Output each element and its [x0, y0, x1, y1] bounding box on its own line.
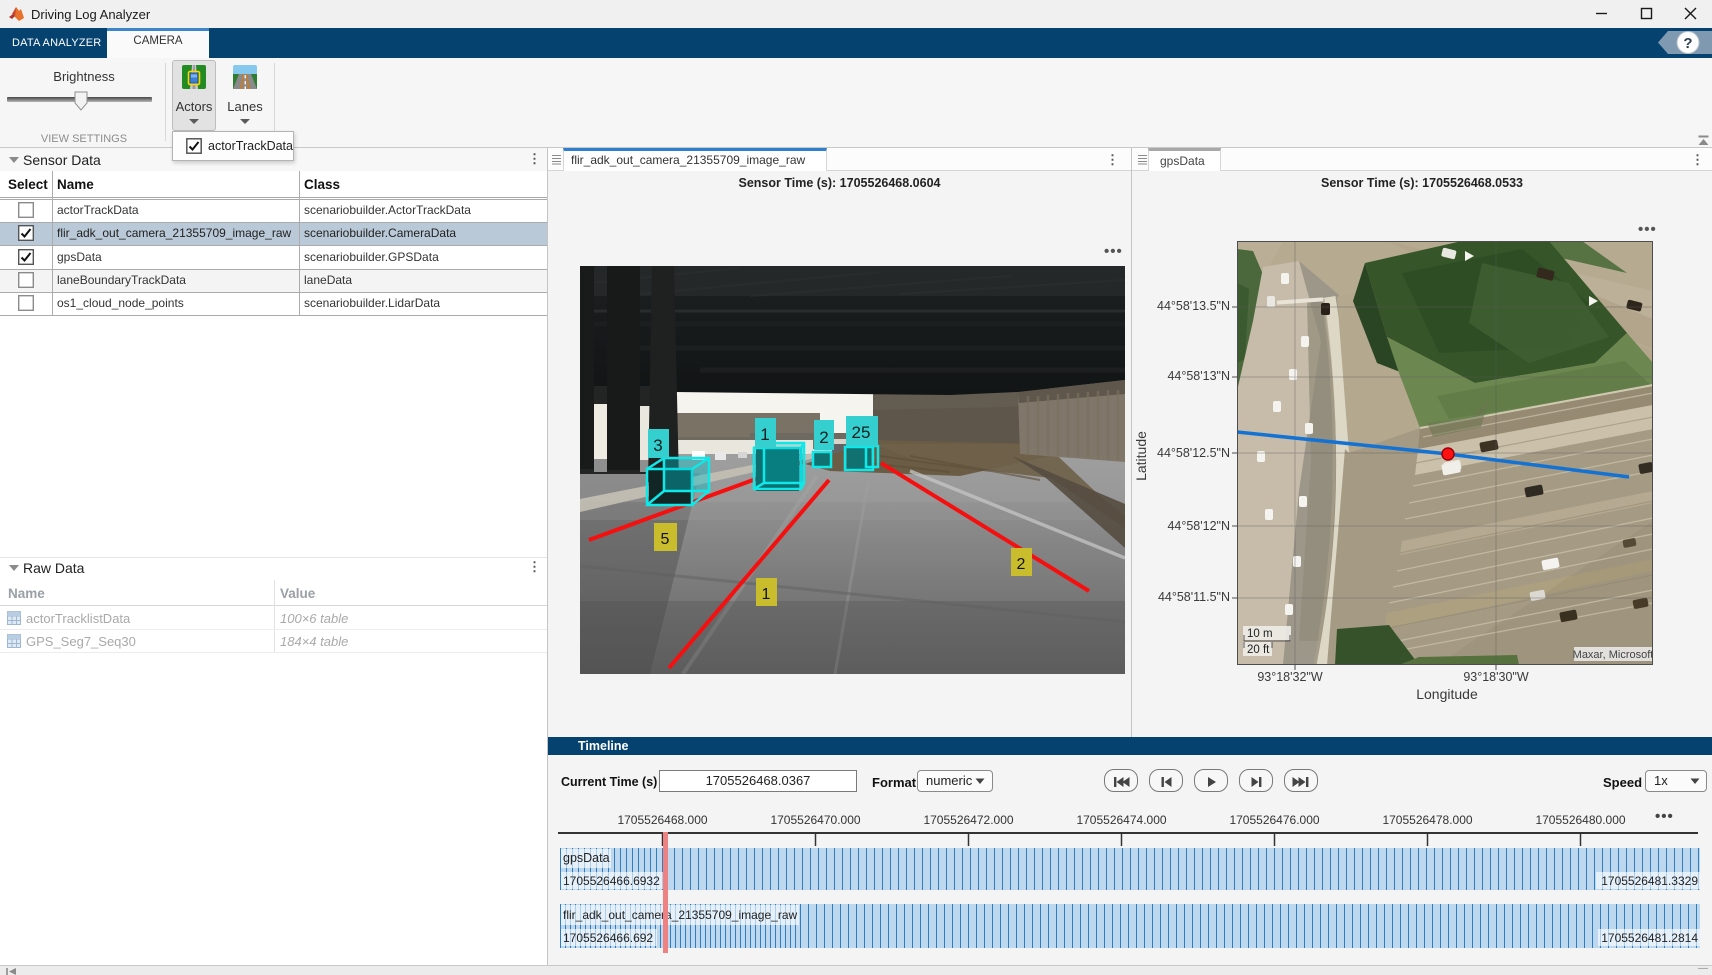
svg-text:?: ? [1683, 35, 1692, 52]
svg-text:3: 3 [653, 436, 662, 455]
svg-text:25: 25 [852, 423, 871, 442]
svg-text:2: 2 [1017, 556, 1026, 573]
svg-text:2: 2 [819, 428, 828, 447]
svg-text:1: 1 [760, 425, 769, 444]
svg-text:1: 1 [762, 586, 771, 603]
svg-text:5: 5 [661, 531, 670, 548]
